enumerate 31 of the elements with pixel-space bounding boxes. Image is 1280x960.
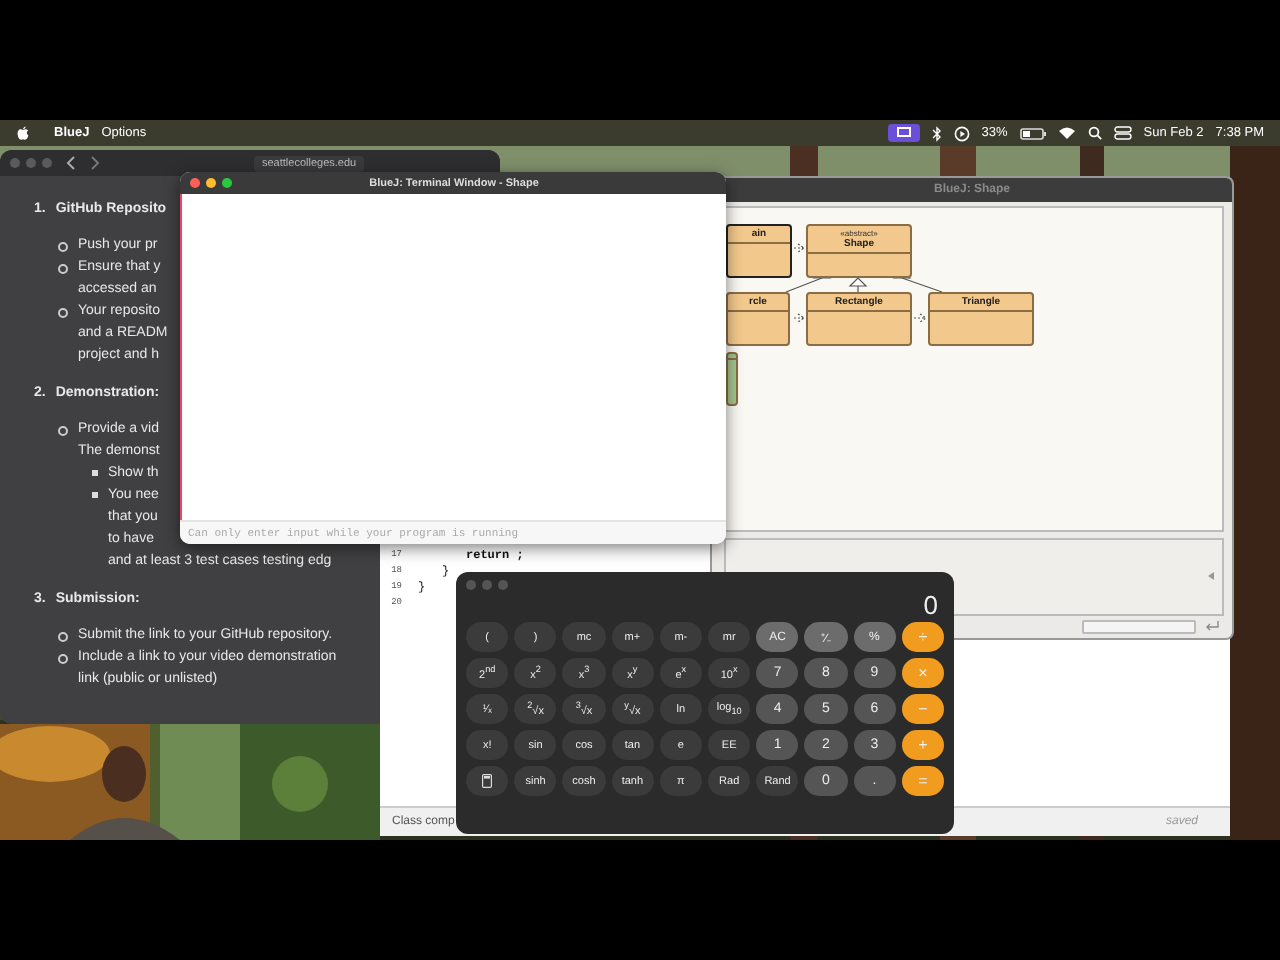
calculator-display: 0: [921, 592, 938, 618]
dependency-arrow: [793, 242, 806, 253]
wifi-icon[interactable]: [1057, 126, 1076, 140]
search-icon[interactable]: [1087, 126, 1102, 140]
bullet-icon: [58, 426, 68, 436]
zoom-icon[interactable]: [222, 178, 232, 188]
close-icon[interactable]: [190, 178, 200, 188]
forward-icon[interactable]: [90, 156, 100, 170]
bluetooth-icon[interactable]: [931, 125, 942, 141]
bullet-icon: [58, 242, 68, 252]
calculator-icon: [482, 774, 493, 788]
class-box[interactable]: [726, 351, 738, 406]
bullet-icon: [92, 470, 98, 476]
play-icon[interactable]: [953, 125, 970, 141]
bullet-icon: [92, 492, 98, 498]
dependency-arrow: [913, 312, 928, 323]
return-icon[interactable]: [1204, 620, 1220, 633]
bullet-icon: [58, 308, 68, 318]
bullet-icon: [58, 632, 68, 642]
progress-field: [1082, 619, 1196, 634]
minimize-icon[interactable]: [206, 178, 216, 188]
battery-icon[interactable]: [1019, 127, 1046, 139]
inheritance-arrow: [848, 276, 868, 293]
calculator-key[interactable]: [466, 766, 509, 796]
back-icon[interactable]: [66, 156, 76, 170]
bullet-icon: [58, 264, 68, 274]
screen-share-icon[interactable]: [887, 124, 920, 142]
control-center-icon[interactable]: [1113, 126, 1132, 140]
bullet-icon: [58, 654, 68, 664]
dependency-arrow: [793, 312, 806, 323]
apple-icon[interactable]: [16, 125, 30, 141]
